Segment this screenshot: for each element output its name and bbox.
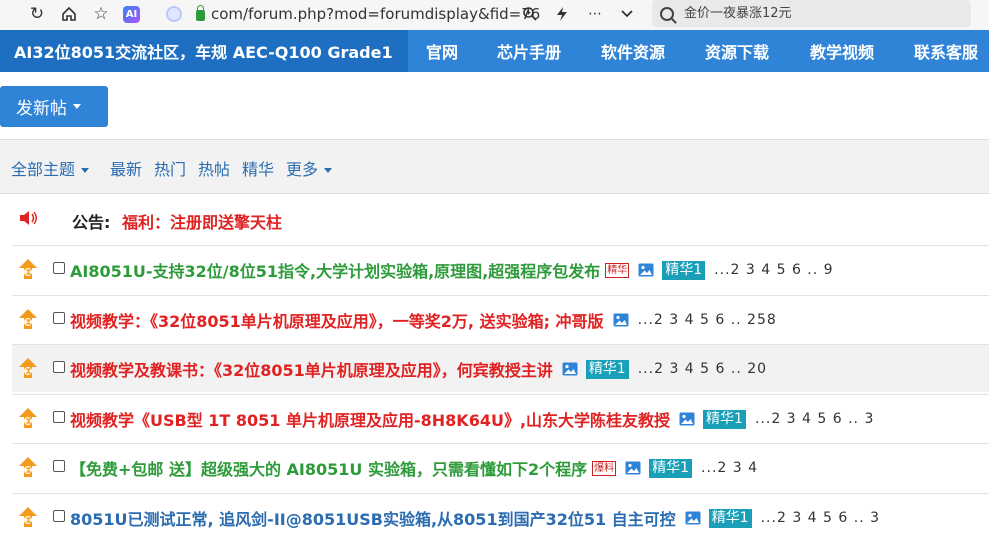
announcement-label: 公告: bbox=[72, 213, 111, 232]
more-dots-icon[interactable]: ⋯ bbox=[584, 4, 606, 24]
thread-title[interactable]: 【免费+包邮 送】超级强大的 AI8051U 实验箱，只需看懂如下2个程序 bbox=[70, 456, 587, 480]
browser-search-box[interactable] bbox=[652, 0, 971, 27]
thread-pagination[interactable]: ...2 3 4 bbox=[701, 460, 758, 476]
thread-pagination[interactable]: ...2 3 4 5 6 .. 9 bbox=[714, 262, 833, 278]
pinned-top-icon bbox=[19, 507, 37, 527]
thread-checkbox[interactable] bbox=[53, 262, 65, 274]
image-attachment-icon bbox=[679, 412, 695, 426]
zoom-search-icon[interactable] bbox=[519, 4, 541, 24]
pinned-top-icon bbox=[19, 259, 37, 279]
lock-icon bbox=[196, 5, 205, 21]
filter-hot[interactable]: 热门 bbox=[154, 156, 186, 180]
digest-badge: 精华1 bbox=[662, 260, 706, 280]
thread-title[interactable]: 视频教学：《32位8051单片机原理及应用》，一等奖2万, 送实验箱; 冲哥版 bbox=[70, 308, 604, 332]
announcement-row: 公告: 福利：注册即送擎天柱 bbox=[0, 195, 989, 245]
filter-digest[interactable]: 精华 bbox=[242, 156, 274, 180]
thread-row[interactable]: 8051U已测试正常, 追风剑-II@8051USB实验箱,从8051到国产32… bbox=[12, 493, 989, 541]
nav-contact-support[interactable]: 联系客服 bbox=[914, 30, 978, 72]
pinned-top-icon bbox=[19, 408, 37, 428]
thread-title[interactable]: 8051U已测试正常, 追风剑-II@8051USB实验箱,从8051到国产32… bbox=[70, 506, 676, 530]
site-brand[interactable]: AI32位8051交流社区，车规 AEC-Q100 Grade1 bbox=[0, 30, 408, 72]
thread-checkbox[interactable] bbox=[53, 361, 65, 373]
search-icon bbox=[660, 6, 674, 21]
digest-badge: 精华1 bbox=[708, 508, 752, 528]
thread-checkbox[interactable] bbox=[53, 460, 65, 472]
digest-badge: 精华1 bbox=[649, 458, 693, 478]
image-attachment-icon bbox=[685, 511, 701, 525]
nav-chip-manual[interactable]: 芯片手册 bbox=[497, 30, 561, 72]
pinned-top-icon bbox=[19, 457, 37, 477]
image-attachment-icon bbox=[638, 263, 654, 277]
chevron-down-icon[interactable] bbox=[616, 4, 638, 24]
pinned-top-icon bbox=[19, 358, 37, 378]
thread-tag: 爆料 bbox=[592, 460, 617, 476]
new-post-label: 发新帖 bbox=[16, 99, 67, 119]
thread-checkbox[interactable] bbox=[53, 411, 65, 423]
thread-row[interactable]: 视频教学及教课书：《32位8051单片机原理及应用》，何宾教授主讲 精华1 ...2… bbox=[12, 344, 989, 392]
caret-down-icon bbox=[81, 168, 90, 173]
search-input[interactable] bbox=[682, 5, 956, 22]
nav-teaching-video[interactable]: 教学视频 bbox=[810, 30, 874, 72]
refresh-icon[interactable]: ↻ bbox=[26, 4, 48, 24]
nav-software-resources[interactable]: 软件资源 bbox=[601, 30, 665, 72]
ai-extension-icon[interactable]: AI bbox=[123, 6, 140, 23]
image-attachment-icon bbox=[625, 461, 641, 475]
filter-more[interactable]: 更多 bbox=[286, 156, 333, 180]
thread-row[interactable]: 视频教学：《32位8051单片机原理及应用》，一等奖2万, 送实验箱; 冲哥版.… bbox=[12, 295, 989, 343]
thread-pagination[interactable]: ...2 3 4 5 6 .. 258 bbox=[638, 312, 777, 328]
lightning-icon[interactable] bbox=[551, 4, 573, 24]
pinned-top-icon bbox=[19, 309, 37, 329]
digest-badge: 精华1 bbox=[703, 409, 746, 429]
thread-filter-bar: 全部主题 最新 热门 热帖 精华 更多 bbox=[0, 139, 989, 194]
thread-title[interactable]: 视频教学《USB型 1T 8051 单片机原理及应用-8H8K64U》,山东大学… bbox=[70, 407, 670, 431]
thread-title[interactable]: 视频教学及教课书：《32位8051单片机原理及应用》，何宾教授主讲 bbox=[70, 357, 553, 381]
bookmark-star-icon[interactable]: ☆ bbox=[90, 4, 112, 24]
filter-all-threads[interactable]: 全部主题 bbox=[11, 156, 90, 180]
thread-tag: 精华 bbox=[605, 262, 630, 278]
filter-hot-posts[interactable]: 热帖 bbox=[198, 156, 230, 180]
nav-resource-download[interactable]: 资源下载 bbox=[705, 30, 769, 72]
caret-down-icon bbox=[324, 168, 333, 173]
thread-pagination[interactable]: ...2 3 4 5 6 .. 3 bbox=[755, 411, 874, 427]
filter-latest[interactable]: 最新 bbox=[110, 156, 142, 180]
new-post-button[interactable]: 发新帖 bbox=[0, 86, 108, 127]
thread-title[interactable]: AI8051U-支持32位/8位51指令,大学计划实验箱,原理图,超强程序包发布 bbox=[70, 258, 600, 282]
site-identity-icon bbox=[166, 6, 182, 22]
image-attachment-icon bbox=[562, 362, 578, 376]
thread-pagination[interactable]: ...2 3 4 5 6 .. 20 bbox=[638, 361, 767, 377]
home-icon[interactable] bbox=[58, 4, 80, 24]
url-text[interactable]: com/forum.php?mod=forumdisplay&fid=76 bbox=[211, 5, 540, 23]
nav-official-site[interactable]: 官网 bbox=[426, 30, 458, 72]
thread-row[interactable]: 【免费+包邮 送】超级强大的 AI8051U 实验箱，只需看懂如下2个程序 爆料 精… bbox=[12, 443, 989, 491]
thread-checkbox[interactable] bbox=[53, 510, 65, 522]
speaker-icon bbox=[20, 211, 37, 225]
thread-row[interactable]: AI8051U-支持32位/8位51指令,大学计划实验箱,原理图,超强程序包发布… bbox=[12, 245, 989, 293]
site-nav: AI32位8051交流社区，车规 AEC-Q100 Grade1 官网 芯片手册… bbox=[0, 30, 989, 72]
caret-down-icon bbox=[73, 104, 81, 109]
digest-badge: 精华1 bbox=[585, 359, 629, 379]
announcement-link[interactable]: 福利：注册即送擎天柱 bbox=[122, 209, 282, 233]
thread-pagination[interactable]: ...2 3 4 5 6 .. 3 bbox=[761, 510, 880, 526]
browser-toolbar: ↻ ☆ AI com/forum.php?mod=forumdisplay&fi… bbox=[0, 0, 989, 30]
address-bar[interactable]: com/forum.php?mod=forumdisplay&fid=76 bbox=[158, 0, 648, 28]
thread-row[interactable]: 视频教学《USB型 1T 8051 单片机原理及应用-8H8K64U》,山东大学… bbox=[12, 394, 989, 442]
thread-checkbox[interactable] bbox=[53, 312, 65, 324]
image-attachment-icon bbox=[613, 313, 629, 327]
